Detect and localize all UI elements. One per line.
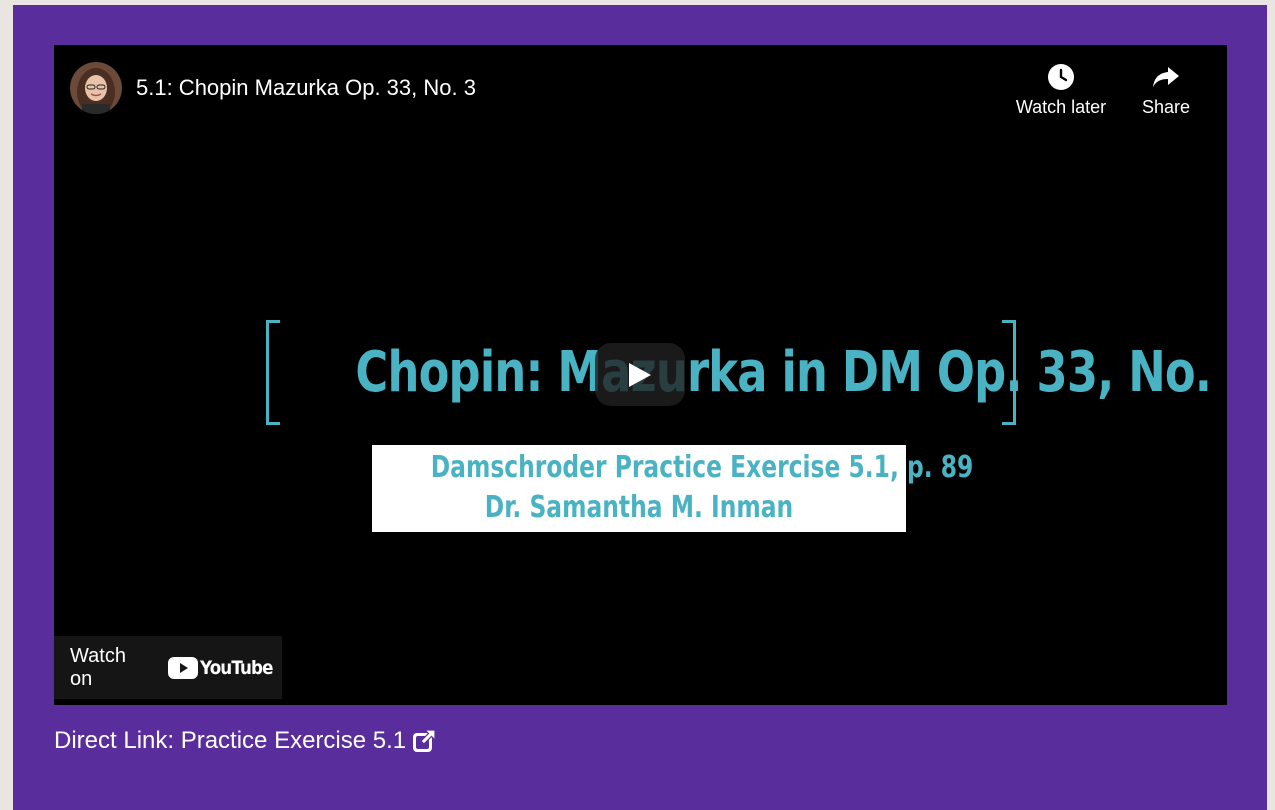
- channel-avatar[interactable]: [70, 62, 122, 114]
- share-label: Share: [1141, 97, 1191, 117]
- youtube-embed[interactable]: 5.1: Chopin Mazurka Op. 33, No. 3 Watch …: [54, 45, 1227, 705]
- share-arrow-icon: [1153, 67, 1179, 87]
- watch-on-youtube-button[interactable]: Watch on YouTube: [54, 636, 282, 699]
- share-button[interactable]: Share: [1111, 63, 1221, 118]
- video-title[interactable]: 5.1: Chopin Mazurka Op. 33, No. 3: [136, 75, 476, 101]
- clock-icon: [1048, 64, 1074, 90]
- direct-link-label: Direct Link: Practice Exercise 5.1: [54, 727, 407, 754]
- play-icon: [629, 362, 651, 387]
- thumbnail-subtitle-author: Dr. Samantha M. Inman: [484, 490, 794, 525]
- left-bracket: [266, 320, 280, 425]
- thumbnail-subtitle-exercise: Damschroder Practice Exercise 5.1, p. 89: [430, 450, 974, 485]
- external-link-icon: [413, 729, 436, 752]
- youtube-logo: YouTube: [167, 656, 282, 679]
- watch-on-label: Watch on: [70, 644, 126, 690]
- right-bracket: [1002, 320, 1016, 425]
- thumbnail-subtitle-box: Damschroder Practice Exercise 5.1, p. 89…: [372, 445, 974, 532]
- watch-later-button[interactable]: Watch later: [1006, 63, 1116, 118]
- watch-later-label: Watch later: [1015, 97, 1107, 117]
- play-button[interactable]: [595, 343, 685, 406]
- youtube-logo-icon: [167, 656, 198, 679]
- direct-link[interactable]: Direct Link: Practice Exercise 5.1: [54, 727, 436, 755]
- youtube-wordmark: YouTube: [199, 656, 273, 679]
- content-panel: 5.1: Chopin Mazurka Op. 33, No. 3 Watch …: [13, 5, 1267, 810]
